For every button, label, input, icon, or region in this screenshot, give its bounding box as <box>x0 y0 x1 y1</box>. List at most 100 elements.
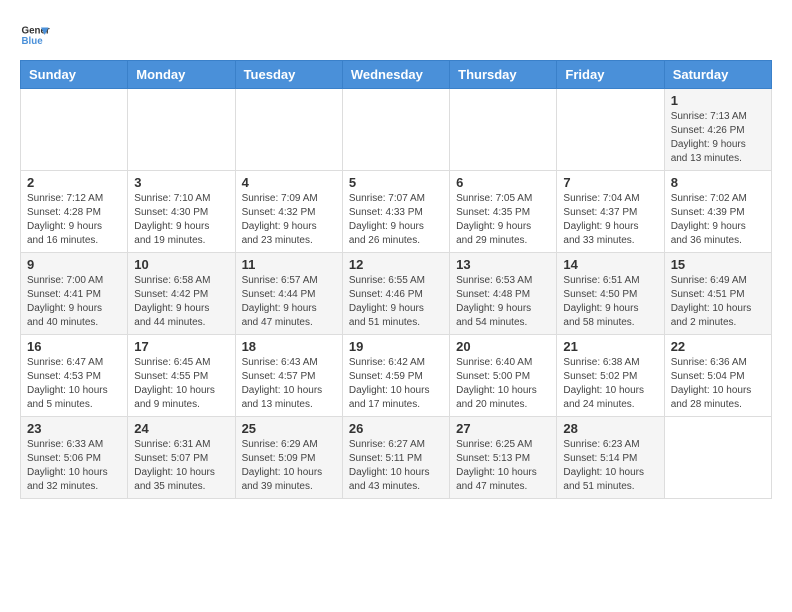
calendar-cell: 24 Sunrise: 6:31 AM Sunset: 5:07 PM Dayli… <box>128 417 235 499</box>
calendar-cell: 1 Sunrise: 7:13 AM Sunset: 4:26 PM Daylig… <box>664 89 771 171</box>
day-number: 19 <box>349 339 443 354</box>
logo: General Blue <box>20 20 50 50</box>
week-row-0: 1 Sunrise: 7:13 AM Sunset: 4:26 PM Daylig… <box>21 89 772 171</box>
calendar-cell: 22 Sunrise: 6:36 AM Sunset: 5:04 PM Dayli… <box>664 335 771 417</box>
calendar: SundayMondayTuesdayWednesdayThursdayFrid… <box>20 60 772 499</box>
day-number: 24 <box>134 421 228 436</box>
calendar-cell: 26 Sunrise: 6:27 AM Sunset: 5:11 PM Dayli… <box>342 417 449 499</box>
day-info: Sunrise: 6:27 AM Sunset: 5:11 PM Dayligh… <box>349 438 443 494</box>
day-number: 20 <box>456 339 550 354</box>
calendar-cell: 4 Sunrise: 7:09 AM Sunset: 4:32 PM Daylig… <box>235 171 342 253</box>
day-header-wednesday: Wednesday <box>342 61 449 89</box>
calendar-cell: 17 Sunrise: 6:45 AM Sunset: 4:55 PM Dayli… <box>128 335 235 417</box>
day-info: Sunrise: 6:49 AM Sunset: 4:51 PM Dayligh… <box>671 274 765 330</box>
day-number: 14 <box>563 257 657 272</box>
calendar-cell: 23 Sunrise: 6:33 AM Sunset: 5:06 PM Dayli… <box>21 417 128 499</box>
calendar-cell: 13 Sunrise: 6:53 AM Sunset: 4:48 PM Dayli… <box>450 253 557 335</box>
day-info: Sunrise: 7:04 AM Sunset: 4:37 PM Dayligh… <box>563 192 657 248</box>
day-number: 5 <box>349 175 443 190</box>
week-row-3: 16 Sunrise: 6:47 AM Sunset: 4:53 PM Dayli… <box>21 335 772 417</box>
day-info: Sunrise: 6:45 AM Sunset: 4:55 PM Dayligh… <box>134 356 228 412</box>
calendar-cell <box>342 89 449 171</box>
day-info: Sunrise: 6:23 AM Sunset: 5:14 PM Dayligh… <box>563 438 657 494</box>
calendar-cell: 18Sunrise: 6:43 AM Sunset: 4:57 PM Dayli… <box>235 335 342 417</box>
day-number: 12 <box>349 257 443 272</box>
day-info: Sunrise: 6:53 AM Sunset: 4:48 PM Dayligh… <box>456 274 550 330</box>
calendar-cell: 3 Sunrise: 7:10 AM Sunset: 4:30 PM Daylig… <box>128 171 235 253</box>
day-number: 10 <box>134 257 228 272</box>
day-info: Sunrise: 6:57 AM Sunset: 4:44 PM Dayligh… <box>242 274 336 330</box>
calendar-header-row: SundayMondayTuesdayWednesdayThursdayFrid… <box>21 61 772 89</box>
day-number: 3 <box>134 175 228 190</box>
calendar-cell: 2 Sunrise: 7:12 AM Sunset: 4:28 PM Daylig… <box>21 171 128 253</box>
day-number: 21 <box>563 339 657 354</box>
day-info: Sunrise: 6:58 AM Sunset: 4:42 PM Dayligh… <box>134 274 228 330</box>
day-number: 28 <box>563 421 657 436</box>
day-header-friday: Friday <box>557 61 664 89</box>
day-number: 11 <box>242 257 336 272</box>
day-info: Sunrise: 7:12 AM Sunset: 4:28 PM Dayligh… <box>27 192 121 248</box>
calendar-cell: 11 Sunrise: 6:57 AM Sunset: 4:44 PM Dayli… <box>235 253 342 335</box>
calendar-cell: 27 Sunrise: 6:25 AM Sunset: 5:13 PM Dayli… <box>450 417 557 499</box>
day-info: Sunrise: 6:43 AM Sunset: 4:57 PM Dayligh… <box>242 356 336 412</box>
svg-text:Blue: Blue <box>22 36 44 47</box>
day-number: 2 <box>27 175 121 190</box>
day-number: 26 <box>349 421 443 436</box>
calendar-cell: 15 Sunrise: 6:49 AM Sunset: 4:51 PM Dayli… <box>664 253 771 335</box>
calendar-cell: 16 Sunrise: 6:47 AM Sunset: 4:53 PM Dayli… <box>21 335 128 417</box>
calendar-cell: 19 Sunrise: 6:42 AM Sunset: 4:59 PM Dayli… <box>342 335 449 417</box>
week-row-1: 2 Sunrise: 7:12 AM Sunset: 4:28 PM Daylig… <box>21 171 772 253</box>
day-info: Sunrise: 6:33 AM Sunset: 5:06 PM Dayligh… <box>27 438 121 494</box>
header: General Blue <box>20 20 772 50</box>
calendar-cell: 28 Sunrise: 6:23 AM Sunset: 5:14 PM Dayli… <box>557 417 664 499</box>
day-number: 17 <box>134 339 228 354</box>
day-info: Sunrise: 7:00 AM Sunset: 4:41 PM Dayligh… <box>27 274 121 330</box>
calendar-cell: 25Sunrise: 6:29 AM Sunset: 5:09 PM Dayli… <box>235 417 342 499</box>
day-info: Sunrise: 7:02 AM Sunset: 4:39 PM Dayligh… <box>671 192 765 248</box>
calendar-cell: 6Sunrise: 7:05 AM Sunset: 4:35 PM Daylig… <box>450 171 557 253</box>
day-info: Sunrise: 7:13 AM Sunset: 4:26 PM Dayligh… <box>671 110 765 166</box>
day-number: 4 <box>242 175 336 190</box>
day-info: Sunrise: 6:25 AM Sunset: 5:13 PM Dayligh… <box>456 438 550 494</box>
day-info: Sunrise: 6:38 AM Sunset: 5:02 PM Dayligh… <box>563 356 657 412</box>
week-row-2: 9 Sunrise: 7:00 AM Sunset: 4:41 PM Daylig… <box>21 253 772 335</box>
calendar-cell: 12 Sunrise: 6:55 AM Sunset: 4:46 PM Dayli… <box>342 253 449 335</box>
day-number: 23 <box>27 421 121 436</box>
calendar-cell: 10 Sunrise: 6:58 AM Sunset: 4:42 PM Dayli… <box>128 253 235 335</box>
day-header-thursday: Thursday <box>450 61 557 89</box>
calendar-cell: 8Sunrise: 7:02 AM Sunset: 4:39 PM Daylig… <box>664 171 771 253</box>
calendar-cell <box>235 89 342 171</box>
day-info: Sunrise: 6:31 AM Sunset: 5:07 PM Dayligh… <box>134 438 228 494</box>
day-info: Sunrise: 7:05 AM Sunset: 4:35 PM Dayligh… <box>456 192 550 248</box>
day-number: 13 <box>456 257 550 272</box>
calendar-cell <box>557 89 664 171</box>
day-info: Sunrise: 6:36 AM Sunset: 5:04 PM Dayligh… <box>671 356 765 412</box>
day-info: Sunrise: 6:40 AM Sunset: 5:00 PM Dayligh… <box>456 356 550 412</box>
calendar-cell <box>21 89 128 171</box>
day-info: Sunrise: 6:55 AM Sunset: 4:46 PM Dayligh… <box>349 274 443 330</box>
logo-icon: General Blue <box>20 20 50 50</box>
day-number: 27 <box>456 421 550 436</box>
day-info: Sunrise: 6:47 AM Sunset: 4:53 PM Dayligh… <box>27 356 121 412</box>
calendar-cell: 9 Sunrise: 7:00 AM Sunset: 4:41 PM Daylig… <box>21 253 128 335</box>
day-info: Sunrise: 6:42 AM Sunset: 4:59 PM Dayligh… <box>349 356 443 412</box>
calendar-cell <box>450 89 557 171</box>
day-number: 22 <box>671 339 765 354</box>
day-number: 7 <box>563 175 657 190</box>
calendar-cell: 7 Sunrise: 7:04 AM Sunset: 4:37 PM Daylig… <box>557 171 664 253</box>
day-header-monday: Monday <box>128 61 235 89</box>
day-header-tuesday: Tuesday <box>235 61 342 89</box>
day-info: Sunrise: 7:10 AM Sunset: 4:30 PM Dayligh… <box>134 192 228 248</box>
calendar-cell <box>128 89 235 171</box>
calendar-cell <box>664 417 771 499</box>
calendar-cell: 5 Sunrise: 7:07 AM Sunset: 4:33 PM Daylig… <box>342 171 449 253</box>
day-number: 9 <box>27 257 121 272</box>
day-info: Sunrise: 7:07 AM Sunset: 4:33 PM Dayligh… <box>349 192 443 248</box>
day-number: 15 <box>671 257 765 272</box>
day-number: 25 <box>242 421 336 436</box>
day-info: Sunrise: 6:51 AM Sunset: 4:50 PM Dayligh… <box>563 274 657 330</box>
day-number: 16 <box>27 339 121 354</box>
day-info: Sunrise: 7:09 AM Sunset: 4:32 PM Dayligh… <box>242 192 336 248</box>
day-number: 1 <box>671 93 765 108</box>
calendar-cell: 20 Sunrise: 6:40 AM Sunset: 5:00 PM Dayli… <box>450 335 557 417</box>
